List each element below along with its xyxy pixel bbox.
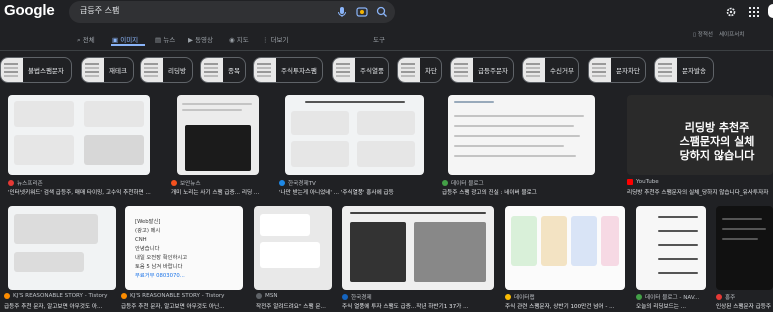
result-title[interactable]: 급등주 스팸 광고의 진실 : 네이버 블로그	[442, 188, 592, 196]
source-favicon	[505, 294, 511, 300]
result-title[interactable]: 개미 노리는 사기 스팸 급증... 리딩 ...	[171, 188, 271, 196]
result-title[interactable]: 주식 관련 스팸문자, 상반기 100만건 넘어 - ...	[505, 302, 629, 310]
chip-surge-sms[interactable]: 급등주문자	[450, 57, 514, 83]
saved-link[interactable]: ▯ 정적선	[693, 30, 713, 38]
news-icon: ▤	[155, 36, 164, 44]
chip-thumbnail	[398, 58, 420, 82]
source-favicon	[716, 294, 722, 300]
header-divider	[0, 50, 773, 51]
chip-finance[interactable]: 재테크	[81, 57, 134, 83]
source-favicon	[121, 293, 127, 299]
chip-thumbnail	[141, 58, 163, 82]
chip-thumbnail	[589, 58, 611, 82]
active-tab-indicator	[111, 44, 145, 46]
result-source[interactable]: 데이터 블로그 - NAV...	[636, 293, 699, 301]
result-title[interactable]: 작전주 알려드려요" 스팸 문...	[256, 302, 340, 310]
chip-leading-room[interactable]: 리딩방	[140, 57, 193, 83]
thumbnail-caption: 리딩방 추천주 스팸문자의 실체 당하지 않습니다	[679, 121, 755, 162]
chip-thumbnail	[333, 58, 355, 82]
result-image[interactable]	[636, 206, 706, 290]
right-links: ▯ 정적선 세이프서치	[693, 30, 744, 38]
result-source[interactable]: YouTube	[627, 179, 659, 185]
result-image[interactable]	[8, 206, 116, 290]
microphone-icon[interactable]	[335, 5, 349, 19]
result-title[interactable]: 급등주 추천 문자, 알고보면 아무것도 아...	[4, 302, 118, 310]
chip-sms-send[interactable]: 문자발송	[654, 57, 714, 83]
result-source[interactable]: 데이터 블로그	[442, 179, 484, 187]
image-icon: ▣	[112, 36, 121, 44]
chip-thumbnail	[82, 58, 104, 82]
tab-maps[interactable]: ◉ 지도	[229, 34, 249, 44]
phone-message-text: [Web발신] (광고) 메시 CNH 안녕습니다 내일 오전장 확인하시고 토…	[135, 219, 188, 279]
result-title[interactable]: 인상된 스팸문자 급등주	[716, 302, 773, 310]
tab-images[interactable]: ▣ 이미지	[112, 34, 138, 44]
chip-thumbnail	[201, 58, 223, 82]
result-source[interactable]: KJ'S REASONABLE STORY - Tistory	[121, 293, 225, 299]
result-image[interactable]: 리딩방 추천주 스팸문자의 실체 당하지 않습니다	[627, 95, 773, 175]
result-source[interactable]: 보안뉴스	[171, 179, 201, 187]
camera-lens-icon[interactable]	[355, 5, 369, 19]
result-title[interactable]: 오늘의 리딩보드는 ...	[636, 302, 708, 310]
account-avatar[interactable]	[768, 4, 773, 18]
chip-illegal-spam[interactable]: 불법스팸문자	[0, 57, 72, 83]
chip-stock-spam[interactable]: 주식투자스팸	[253, 57, 323, 83]
chip-thumbnail	[1, 58, 23, 82]
source-favicon	[342, 294, 348, 300]
result-image[interactable]: [Web발신] (광고) 메시 CNH 안녕습니다 내일 오전장 확인하시고 토…	[125, 206, 243, 290]
source-favicon	[8, 180, 14, 186]
search-tabs: ⌕ 전체 ▣ 이미지 ▤ 뉴스 ▶ 동영상 ◉ 지도 ⋮ 더보기	[0, 34, 400, 44]
result-source[interactable]: 홍주	[716, 293, 735, 301]
result-image[interactable]	[8, 95, 150, 175]
tools-button[interactable]: 도구	[373, 34, 385, 44]
result-title[interactable]: 리딩방 추천주 스팸문자의 실체_당하지 않습니다_유사투자자	[627, 188, 773, 196]
result-image[interactable]	[448, 95, 595, 175]
map-pin-icon: ◉	[229, 36, 237, 44]
result-image[interactable]	[716, 206, 773, 290]
result-source[interactable]: 한국경제	[342, 293, 372, 301]
result-image[interactable]	[342, 206, 494, 290]
result-source[interactable]: 한국경제TV	[279, 179, 316, 187]
safesearch-link[interactable]: 세이프서치	[719, 30, 744, 38]
chip-stock-craze[interactable]: 주식열풍	[332, 57, 389, 83]
chip-opt-out[interactable]: 수신거부	[522, 57, 579, 83]
search-icon[interactable]	[375, 5, 389, 19]
chip-thumbnail	[254, 58, 276, 82]
source-favicon	[279, 180, 285, 186]
source-favicon	[442, 180, 448, 186]
result-title[interactable]: '인터넷키워드' 검색 급등주, 매매 타이밍, 고수익 추천하면 ...	[8, 188, 158, 196]
chip-block[interactable]: 차단	[397, 57, 442, 83]
result-source[interactable]: KJ'S REASONABLE STORY - Tistory	[4, 293, 108, 299]
youtube-icon	[627, 179, 633, 185]
settings-gear-icon[interactable]	[725, 6, 737, 18]
result-title[interactable]: 급등주 추천 문자, 알고보면 아무것도 아닌...	[121, 302, 243, 310]
source-favicon	[4, 293, 10, 299]
source-favicon	[636, 294, 642, 300]
search-box[interactable]: 급등주 스팸	[69, 1, 395, 23]
tab-more[interactable]: ⋮ 더보기	[262, 34, 289, 44]
result-title[interactable]: 주식 열풍에 투자 스팸도 급증...작년 하반기1 37가 ...	[342, 302, 496, 310]
apps-grid-icon[interactable]	[748, 6, 760, 18]
chip-thumbnail	[523, 58, 545, 82]
source-favicon	[171, 180, 177, 186]
result-image[interactable]	[254, 206, 332, 290]
result-image[interactable]	[505, 206, 625, 290]
result-source[interactable]: MSN	[256, 293, 278, 299]
result-image[interactable]	[285, 95, 424, 175]
tab-news[interactable]: ▤ 뉴스	[155, 34, 175, 44]
search-input[interactable]: 급등주 스팸	[80, 5, 119, 16]
chip-thumbnail	[655, 58, 677, 82]
source-favicon	[256, 293, 262, 299]
tab-all[interactable]: ⌕ 전체	[77, 34, 95, 45]
result-title[interactable]: '나만 받는게 아니었네' ... '주식열풍' 홍사에 급등	[279, 188, 429, 196]
tab-videos[interactable]: ▶ 동영상	[188, 34, 213, 44]
chip-sms-block[interactable]: 문자차단	[588, 57, 646, 83]
more-dots-icon: ⋮	[262, 36, 271, 44]
result-image[interactable]	[177, 95, 259, 175]
chip-stock-item[interactable]: 종목	[200, 57, 246, 83]
google-logo[interactable]: Google	[4, 2, 55, 19]
result-source[interactable]: 데이터랩	[505, 293, 535, 301]
result-source[interactable]: 뉴스프리존	[8, 179, 43, 187]
chip-thumbnail	[451, 58, 473, 82]
